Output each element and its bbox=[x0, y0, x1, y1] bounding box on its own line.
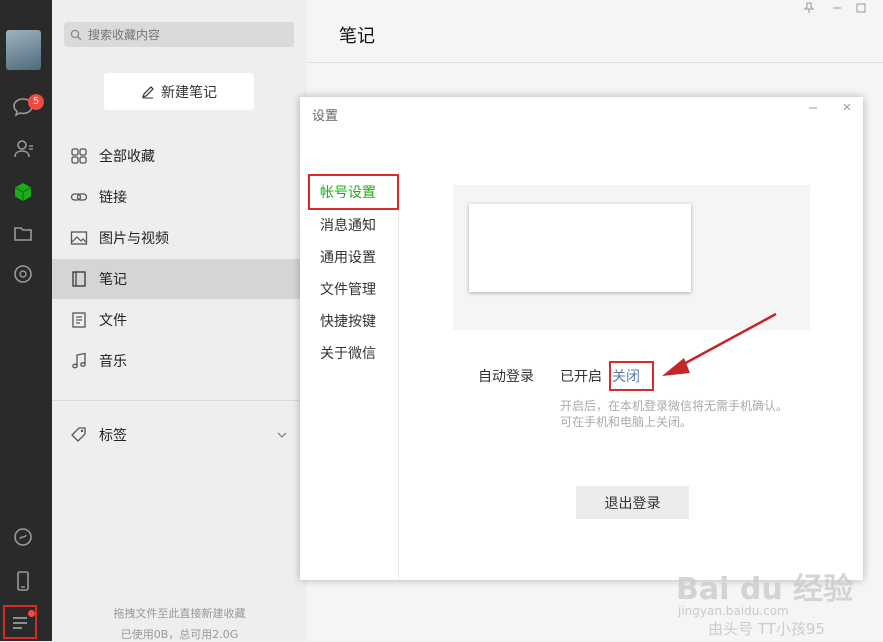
watermark-url: jingyan.baidu.com bbox=[678, 604, 789, 618]
watermark-author: 由头号 TT小孩95 bbox=[708, 620, 825, 638]
baidu-logo-watermark: Bai du 经验 bbox=[676, 572, 854, 607]
annotation-arrow bbox=[662, 312, 777, 376]
